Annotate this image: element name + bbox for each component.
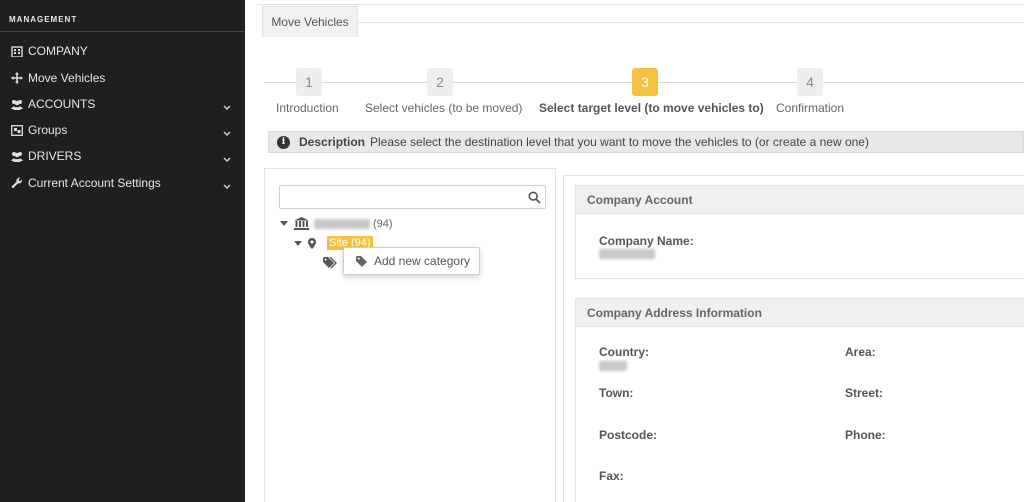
description-bar: i Description Please select the destinat…	[268, 131, 1024, 153]
sidebar-item-label: Current Account Settings	[28, 176, 161, 190]
chevron-down-icon	[223, 179, 231, 193]
company-name-label: Company Name:	[599, 234, 694, 248]
expand-caret-icon[interactable]	[280, 221, 288, 226]
sidebar-item-label: ACCOUNTS	[28, 97, 96, 111]
wizard-step-2-number[interactable]: 2	[427, 68, 453, 96]
country-label: Country:	[599, 345, 649, 359]
wizard-step-4-number[interactable]: 4	[797, 68, 823, 96]
wizard-step-4-label[interactable]: Confirmation	[776, 101, 844, 115]
wizard-step-1-label[interactable]: Introduction	[276, 101, 339, 115]
sidebar-item-accounts[interactable]: ACCOUNTS	[0, 92, 245, 116]
fax-label: Fax:	[599, 469, 624, 483]
context-menu-add-category[interactable]: Add new category	[343, 247, 480, 275]
postcode-label: Postcode:	[599, 428, 658, 442]
tags-icon	[323, 257, 338, 269]
tree-search-box	[279, 185, 546, 209]
town-label: Town:	[599, 386, 634, 400]
details-panel: Company Account Company Name: Company Ad…	[563, 175, 1024, 502]
group-box-icon	[10, 124, 24, 136]
main-content: Move Vehicles 1 Introduction 2 Select ve…	[245, 0, 1024, 502]
description-text: Please select the destination level that…	[370, 135, 869, 149]
sidebar-item-company[interactable]: COMPANY	[0, 39, 245, 63]
company-name-value	[599, 249, 655, 259]
chevron-down-icon	[223, 126, 231, 140]
description-title: Description	[299, 135, 366, 149]
wrench-icon	[10, 177, 24, 189]
context-menu-label: Add new category	[374, 254, 471, 268]
move-arrows-icon	[10, 72, 24, 84]
sidebar-item-label: Move Vehicles	[28, 71, 106, 85]
street-label: Street:	[845, 386, 884, 400]
chevron-down-icon	[223, 152, 231, 166]
users-icon	[10, 150, 24, 162]
tab-move-vehicles[interactable]: Move Vehicles	[262, 6, 358, 37]
sidebar-item-label: Groups	[28, 123, 68, 137]
country-value	[599, 361, 627, 371]
tree-panel: (94) Site (94) Add new category	[264, 168, 556, 502]
tree-node-root[interactable]: (94)	[280, 217, 393, 230]
wizard-step-1-number[interactable]: 1	[296, 68, 322, 96]
sidebar-item-label: COMPANY	[28, 44, 88, 58]
expand-caret-icon[interactable]	[294, 240, 302, 246]
sidebar-item-current-account-settings[interactable]: Current Account Settings	[0, 171, 245, 195]
sidebar: MANAGEMENT COMPANY Move Vehicles ACCOUNT…	[0, 0, 245, 502]
users-icon	[10, 98, 24, 110]
tree-search-input[interactable]	[280, 186, 520, 208]
divider	[358, 22, 1024, 23]
wizard-step-2-label[interactable]: Select vehicles (to be moved)	[365, 101, 522, 115]
phone-label: Phone:	[845, 428, 886, 442]
info-icon: i	[277, 135, 290, 149]
sidebar-item-move-vehicles[interactable]: Move Vehicles	[0, 66, 245, 90]
card-title: Company Account	[576, 186, 1024, 214]
redacted-company-name	[314, 218, 370, 229]
sidebar-item-drivers[interactable]: DRIVERS	[0, 144, 245, 168]
map-marker-icon	[308, 237, 316, 249]
search-icon[interactable]	[528, 191, 541, 204]
wizard-step-3-label[interactable]: Select target level (to move vehicles to…	[539, 101, 764, 115]
chevron-down-icon	[223, 100, 231, 114]
sidebar-header: MANAGEMENT	[0, 0, 244, 32]
sidebar-item-label: DRIVERS	[28, 149, 82, 163]
bank-icon	[294, 217, 309, 230]
company-account-card: Company Account Company Name:	[575, 185, 1024, 279]
area-label: Area:	[845, 345, 876, 359]
tree-node-category[interactable]	[323, 257, 338, 269]
tree-node-count: (94)	[373, 217, 393, 230]
building-icon	[10, 45, 24, 57]
sidebar-item-groups[interactable]: Groups	[0, 118, 245, 142]
card-title: Company Address Information	[576, 299, 1024, 327]
wizard-step-3-number[interactable]: 3	[632, 68, 658, 96]
company-address-card: Company Address Information Country: Are…	[575, 298, 1024, 502]
tag-icon	[356, 255, 368, 267]
divider	[257, 4, 1024, 5]
